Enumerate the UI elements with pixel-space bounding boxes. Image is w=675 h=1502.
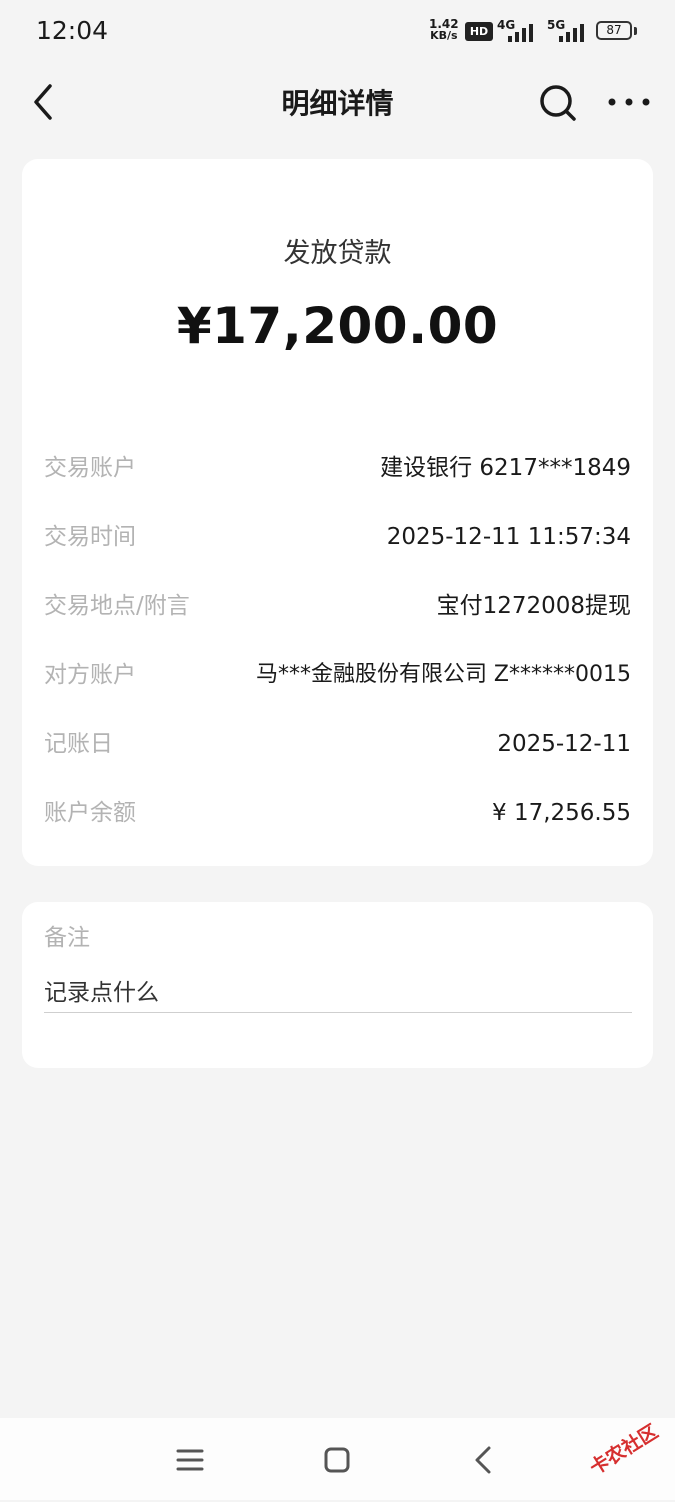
detail-row-balance: 账户余额 ¥ 17,256.55 — [44, 793, 631, 833]
detail-row-value: 2025-12-11 — [497, 731, 631, 757]
detail-row-value: ¥ 17,256.55 — [492, 800, 631, 826]
hd-badge: HD — [465, 22, 493, 41]
transaction-amount: ¥17,200.00 — [176, 297, 499, 355]
battery-icon: 87 — [596, 21, 632, 40]
more-horizontal-icon — [608, 98, 650, 106]
transaction-type: 发放贷款 — [283, 238, 392, 269]
detail-row-label: 账户余额 — [44, 800, 136, 826]
nav-bar: 明细详情 — [0, 62, 675, 142]
note-input[interactable] — [44, 974, 632, 1013]
detail-row-label: 对方账户 — [44, 662, 136, 688]
detail-row-label: 交易时间 — [44, 524, 136, 550]
network-speed-unit: KB/s — [430, 29, 458, 42]
detail-row-account: 交易账户 建设银行 6217***1849 — [44, 448, 631, 488]
transaction-detail-card: 发放贷款 ¥17,200.00 交易账户 建设银行 6217***1849 交易… — [22, 159, 653, 866]
note-label: 备注 — [44, 925, 90, 951]
back-triangle-icon — [475, 1446, 491, 1474]
system-back-button[interactable] — [464, 1440, 504, 1480]
home-square-icon — [324, 1447, 350, 1473]
menu-icon — [176, 1449, 204, 1471]
detail-row-value: 马***金融股份有限公司 Z******0015 — [255, 662, 631, 687]
recent-apps-button[interactable] — [170, 1440, 210, 1480]
detail-row-label: 记账日 — [44, 731, 113, 757]
detail-row-time: 交易时间 2025-12-11 11:57:34 — [44, 517, 631, 557]
network-speed: 1.42 KB/s — [429, 18, 459, 42]
status-time: 12:04 — [36, 16, 109, 45]
note-card: 备注 — [22, 902, 653, 1068]
status-bar: 12:04 1.42 KB/s HD 4G 5G 87 — [0, 0, 675, 62]
detail-row-value: 宝付1272008提现 — [436, 593, 631, 619]
battery-tip — [634, 27, 637, 35]
signal-5g-icon — [559, 22, 591, 42]
signal-4g-icon — [508, 22, 540, 42]
detail-row-label: 交易账户 — [44, 455, 136, 481]
search-icon — [540, 85, 576, 121]
home-button[interactable] — [317, 1440, 357, 1480]
detail-row-label: 交易地点/附言 — [44, 593, 190, 619]
detail-row-counterparty: 对方账户 马***金融股份有限公司 Z******0015 — [44, 655, 631, 695]
detail-row-location: 交易地点/附言 宝付1272008提现 — [44, 586, 631, 626]
more-button[interactable] — [606, 90, 652, 114]
detail-row-value: 2025-12-11 11:57:34 — [386, 524, 631, 550]
detail-row-value: 建设银行 6217***1849 — [380, 455, 631, 481]
detail-row-booking-date: 记账日 2025-12-11 — [44, 724, 631, 764]
search-button[interactable] — [537, 82, 579, 124]
